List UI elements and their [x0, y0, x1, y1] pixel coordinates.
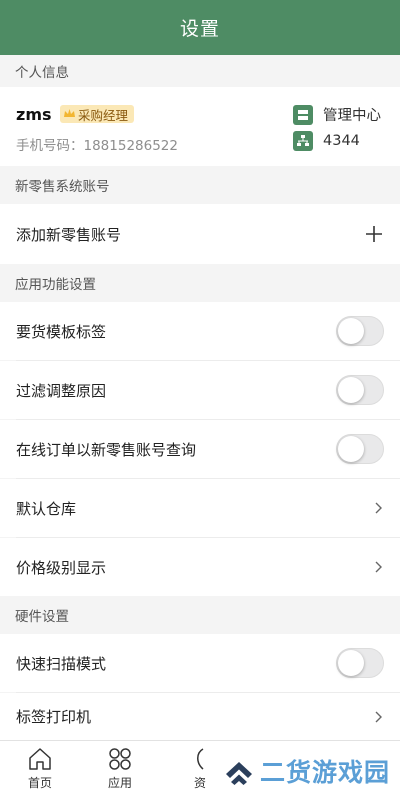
watermark: 二货游戏园 [222, 748, 390, 794]
setting-row-price-level-display[interactable]: 价格级别显示 [0, 538, 400, 596]
watermark-text: 二货游戏园 [260, 758, 391, 787]
toggle-switch[interactable] [336, 434, 384, 464]
toggle-switch[interactable] [336, 316, 384, 346]
add-retail-account-label: 添加新零售账号 [16, 225, 122, 244]
section-title: 应用功能设置 [15, 277, 96, 293]
building-icon [293, 104, 313, 125]
setting-label: 默认仓库 [16, 499, 77, 518]
section-title: 新零售系统账号 [15, 179, 110, 195]
section-personal-info: 个人信息 [0, 55, 400, 87]
crown-icon [64, 109, 75, 117]
toggle-knob [338, 318, 364, 344]
page-title: 设置 [179, 18, 220, 40]
plus-icon[interactable] [364, 224, 384, 244]
chevron-right-icon [375, 711, 382, 722]
setting-row-filter-adjust-reason[interactable]: 过滤调整原因 [0, 361, 400, 419]
setting-row-label-printer[interactable]: 标签打印机 [0, 693, 400, 740]
tab-label: 首页 [27, 776, 52, 790]
management-center-link[interactable]: 管理中心 [293, 104, 381, 125]
setting-label: 在线订单以新零售账号查询 [16, 440, 197, 459]
section-app-settings: 应用功能设置 [0, 264, 400, 302]
tab-apps[interactable]: 应用 [90, 741, 150, 799]
toggle-switch[interactable] [336, 375, 384, 405]
chevron-right-icon [375, 502, 382, 514]
tab-label: 资 [193, 776, 206, 790]
add-retail-account-row[interactable]: 添加新零售账号 [0, 204, 400, 264]
profile-card[interactable] [0, 87, 400, 166]
section-retail-account: 新零售系统账号 [0, 166, 400, 204]
setting-label: 过滤调整原因 [16, 381, 107, 400]
setting-label: 价格级别显示 [16, 558, 107, 577]
management-center-label: 管理中心 [323, 108, 381, 124]
setting-label: 要货模板标签 [16, 322, 107, 341]
resource-icon [197, 748, 204, 770]
watermark-logo-icon [226, 762, 252, 785]
role-badge: 采购经理 [60, 105, 135, 123]
role-label: 采购经理 [78, 107, 129, 123]
setting-label: 标签打印机 [16, 708, 92, 726]
section-title: 个人信息 [15, 65, 69, 81]
app-header: 设置 [0, 0, 400, 55]
tab-label: 应用 [107, 776, 132, 790]
apps-icon [109, 748, 131, 770]
phone-number: 手机号码：18815286522 [16, 138, 178, 154]
toggle-knob [338, 436, 364, 462]
tab-resources[interactable]: 资 [170, 741, 230, 799]
setting-row-online-order-query[interactable]: 在线订单以新零售账号查询 [0, 420, 400, 478]
section-title: 硬件设置 [15, 609, 69, 625]
store-code-label: 4344 [323, 133, 360, 149]
setting-row-default-warehouse[interactable]: 默认仓库 [0, 479, 400, 537]
org-chart-icon [293, 131, 313, 151]
user-name: zms [16, 105, 52, 124]
store-code: 4344 [293, 131, 360, 151]
toggle-knob [338, 377, 364, 403]
setting-label: 快速扫描模式 [16, 654, 107, 673]
home-icon [29, 748, 51, 770]
toggle-switch[interactable] [336, 648, 384, 678]
setting-row-order-template-tags[interactable]: 要货模板标签 [0, 302, 400, 360]
toggle-knob [338, 650, 364, 676]
section-hardware-settings: 硬件设置 [0, 596, 400, 634]
setting-row-fast-scan-mode[interactable]: 快速扫描模式 [0, 634, 400, 692]
tab-home[interactable]: 首页 [10, 741, 70, 799]
chevron-right-icon [375, 561, 382, 573]
